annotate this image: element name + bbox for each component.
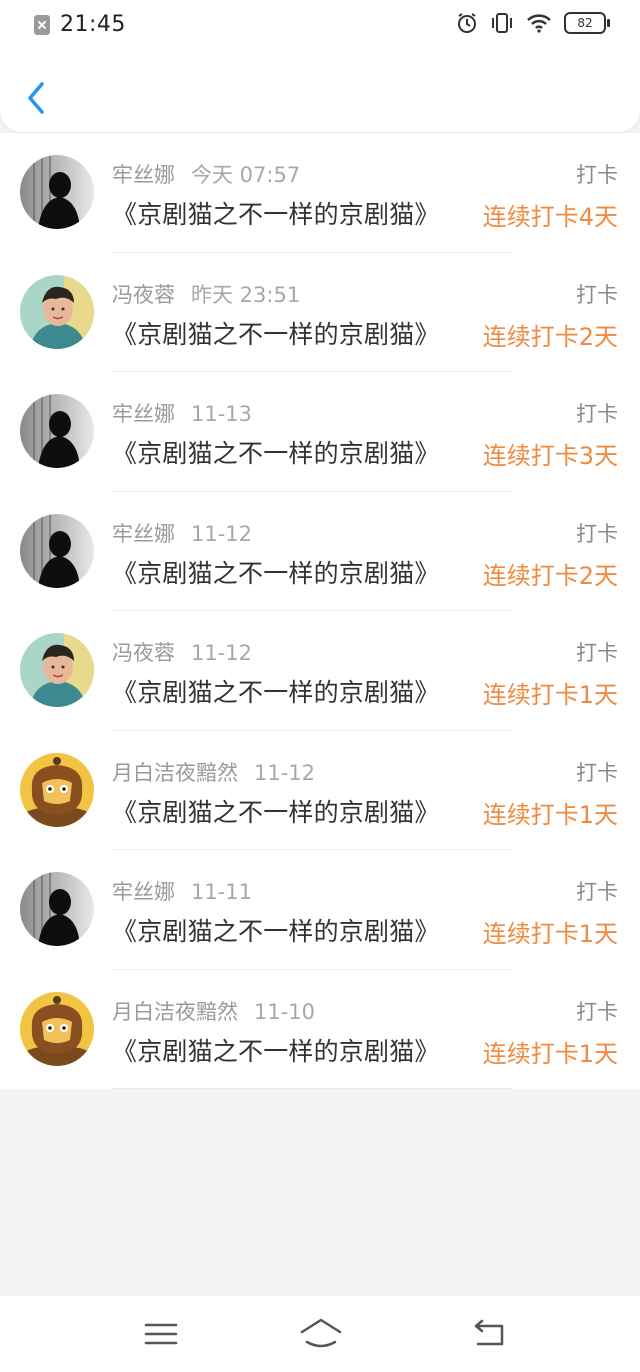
item-meta: 牢丝娜 11-11 [112, 876, 252, 906]
avatar[interactable] [20, 155, 94, 229]
list-item[interactable]: 牢丝娜 11-13 打卡 《京剧猫之不一样的京剧猫》 连续打卡3天 [0, 372, 640, 492]
avatar[interactable] [20, 872, 94, 946]
item-time: 昨天 23:51 [191, 282, 301, 307]
list-item[interactable]: 冯夜蓉 11-12 打卡 《京剧猫之不一样的京剧猫》 连续打卡1天 [0, 611, 640, 731]
chevron-left-icon [28, 82, 44, 114]
streak-text: 连续打卡2天 [482, 322, 618, 351]
list-item[interactable]: 牢丝娜 11-12 打卡 《京剧猫之不一样的京剧猫》 连续打卡2天 [0, 492, 640, 611]
item-meta: 牢丝娜 11-13 [112, 398, 252, 428]
avatar[interactable] [20, 633, 94, 707]
user-name[interactable]: 冯夜蓉 [112, 283, 175, 307]
list-item[interactable]: 牢丝娜 11-11 打卡 《京剧猫之不一样的京剧猫》 连续打卡1天 [0, 850, 640, 970]
menu-button[interactable] [141, 1316, 181, 1352]
checkin-label: 打卡 [576, 760, 618, 785]
user-name[interactable]: 月白洁夜黯然 [112, 1000, 238, 1024]
item-meta: 月白洁夜黯然 11-10 [112, 996, 315, 1026]
wifi-icon [526, 13, 552, 33]
header-card: 21:45 82 [0, 0, 640, 132]
app-screen: 21:45 82 牢丝娜 今天 07:57 打卡 《京剧猫之不一样的京剧猫》 连… [0, 0, 640, 1372]
streak-text: 连续打卡1天 [482, 1039, 618, 1068]
item-title[interactable]: 《京剧猫之不一样的京剧猫》 [112, 434, 440, 470]
avatar[interactable] [20, 752, 94, 827]
status-left: 21:45 [34, 12, 126, 37]
avatar[interactable] [20, 394, 94, 468]
menu-icon [144, 1323, 178, 1345]
streak-text: 连续打卡1天 [482, 800, 618, 829]
status-time: 21:45 [60, 12, 126, 37]
user-name[interactable]: 冯夜蓉 [112, 641, 175, 665]
list-item[interactable]: 月白洁夜黯然 11-10 打卡 《京剧猫之不一样的京剧猫》 连续打卡1天 [0, 970, 640, 1089]
streak-text: 连续打卡2天 [482, 561, 618, 590]
item-title[interactable]: 《京剧猫之不一样的京剧猫》 [112, 793, 440, 829]
item-meta: 月白洁夜黯然 11-12 [112, 757, 315, 787]
list-item[interactable]: 月白洁夜黯然 11-12 打卡 《京剧猫之不一样的京剧猫》 连续打卡1天 [0, 731, 640, 850]
item-time: 11-12 [254, 760, 316, 785]
checkin-label: 打卡 [576, 402, 618, 426]
streak-text: 连续打卡1天 [482, 681, 618, 709]
notification-off-icon [34, 14, 50, 35]
item-title[interactable]: 《京剧猫之不一样的京剧猫》 [112, 195, 440, 231]
user-name[interactable]: 牢丝娜 [112, 522, 175, 546]
item-meta: 牢丝娜 11-12 [112, 518, 252, 548]
item-meta: 冯夜蓉 11-12 [112, 637, 252, 667]
status-right: 82 [456, 12, 610, 34]
battery-icon: 82 [564, 12, 610, 34]
item-meta: 牢丝娜 今天 07:57 [112, 159, 300, 189]
avatar[interactable] [20, 274, 94, 349]
home-button[interactable] [298, 1316, 344, 1352]
streak-text: 连续打卡4天 [482, 203, 618, 231]
back-button[interactable] [22, 78, 52, 118]
home-icon [300, 1318, 342, 1348]
checkin-label: 打卡 [576, 641, 618, 665]
item-title[interactable]: 《京剧猫之不一样的京剧猫》 [112, 912, 440, 948]
item-meta: 冯夜蓉 昨天 23:51 [112, 279, 300, 309]
divider [112, 1088, 512, 1089]
user-name[interactable]: 牢丝娜 [112, 880, 175, 904]
avatar[interactable] [20, 513, 94, 588]
checkin-label: 打卡 [576, 999, 618, 1024]
checkin-label: 打卡 [576, 521, 618, 546]
checkin-label: 打卡 [576, 880, 618, 904]
vibrate-icon [490, 12, 514, 34]
item-time: 11-11 [191, 880, 253, 904]
item-time: 11-12 [191, 521, 253, 546]
item-time: 11-13 [191, 402, 253, 426]
item-title[interactable]: 《京剧猫之不一样的京剧猫》 [112, 554, 440, 590]
item-time: 11-12 [191, 641, 253, 665]
user-name[interactable]: 牢丝娜 [112, 163, 175, 187]
item-title[interactable]: 《京剧猫之不一样的京剧猫》 [112, 673, 440, 709]
user-name[interactable]: 月白洁夜黯然 [112, 761, 238, 785]
system-nav-bar [0, 1296, 640, 1372]
item-title[interactable]: 《京剧猫之不一样的京剧猫》 [112, 1032, 440, 1068]
avatar[interactable] [20, 991, 94, 1066]
item-title[interactable]: 《京剧猫之不一样的京剧猫》 [112, 315, 440, 351]
checkin-list: 牢丝娜 今天 07:57 打卡 《京剧猫之不一样的京剧猫》 连续打卡4天 冯夜蓉昨… [0, 133, 640, 1089]
item-time: 11-10 [254, 999, 316, 1024]
status-bar: 21:45 82 [0, 0, 640, 52]
back-nav-icon [474, 1319, 504, 1346]
back-nav-button[interactable] [470, 1316, 510, 1352]
checkin-label: 打卡 [576, 163, 618, 187]
list-item[interactable]: 牢丝娜 今天 07:57 打卡 《京剧猫之不一样的京剧猫》 连续打卡4天 [0, 133, 640, 253]
streak-text: 连续打卡1天 [482, 920, 618, 948]
checkin-label: 打卡 [576, 282, 618, 307]
user-name[interactable]: 牢丝娜 [112, 402, 175, 426]
item-time: 今天 07:57 [191, 163, 301, 187]
alarm-icon [456, 12, 478, 34]
streak-text: 连续打卡3天 [482, 442, 618, 470]
list-item[interactable]: 冯夜蓉 昨天 23:51 打卡 《京剧猫之不一样的京剧猫》 连续打卡2天 [0, 253, 640, 372]
